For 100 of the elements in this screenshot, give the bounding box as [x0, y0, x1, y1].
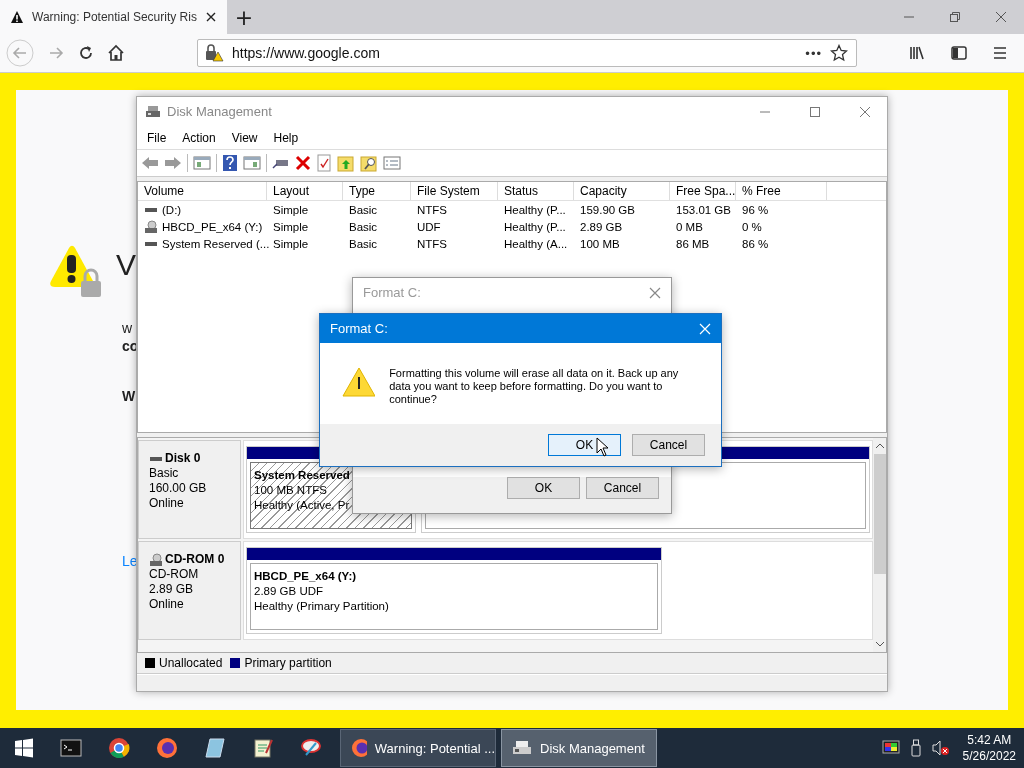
table-cell: 0 % — [742, 221, 762, 233]
star-icon[interactable] — [830, 44, 848, 62]
taskbar-window-button[interactable]: Disk Management — [501, 729, 657, 767]
disk-size: 160.00 GB — [149, 481, 208, 496]
legend-label: Unallocated — [159, 656, 223, 670]
menu-item[interactable]: File — [139, 130, 175, 145]
checklist-icon[interactable] — [316, 154, 332, 172]
table-cell: NTFS — [417, 238, 448, 250]
scroll-up-icon[interactable] — [874, 442, 885, 450]
table-cell: Simple — [273, 238, 309, 250]
folder-up-icon[interactable] — [337, 154, 355, 172]
usb-drive-icon[interactable] — [909, 739, 922, 757]
terminal-icon[interactable] — [60, 739, 82, 757]
page-actions-button[interactable]: ••• — [805, 45, 822, 61]
dialog-title: Format C: — [330, 321, 388, 336]
dialog-message: Formatting this volume will erase all data on it. Back up any data you want to keep before formatting. Do you want to continue? — [389, 367, 680, 406]
disk-management-icon — [512, 739, 532, 757]
taskbar-window-button[interactable]: Warning: Potential ... — [340, 729, 496, 767]
drive-icon — [144, 205, 158, 215]
table-cell: 100 MB — [580, 238, 620, 250]
table-cell: 159.90 GB — [580, 204, 635, 216]
clock-date[interactable]: 5/26/2022 — [962, 748, 1016, 764]
column-header[interactable]: Volume — [138, 182, 267, 200]
ok-button[interactable]: OK — [507, 477, 580, 499]
column-header[interactable]: Type — [343, 182, 411, 200]
partition-name: System Reserved — [254, 468, 351, 483]
address-bar[interactable]: https://www.google.com ••• — [197, 39, 857, 67]
column-header[interactable]: Free Spa... — [670, 182, 736, 200]
table-cell: Simple — [273, 204, 309, 216]
table-cell: 86 MB — [676, 238, 710, 250]
table-cell: Healthy (A... — [504, 238, 568, 250]
fox-browser-icon — [351, 738, 367, 758]
page-text: w — [122, 321, 133, 335]
color-display-icon[interactable] — [881, 740, 900, 756]
table-cell: NTFS — [417, 204, 448, 216]
menu-item[interactable]: Action — [174, 130, 224, 145]
home-icon[interactable] — [107, 44, 125, 62]
menu-item[interactable]: Help — [265, 130, 307, 145]
folder-search-icon[interactable] — [360, 154, 378, 172]
library-icon[interactable] — [908, 44, 926, 62]
table-cell: 153.01 GB — [676, 204, 731, 216]
disk-management-icon — [145, 104, 161, 119]
dialog-title: Format C: — [363, 285, 421, 300]
table-cell: Simple — [273, 221, 309, 233]
tab-title: Warning: Potential Security Ris — [32, 10, 197, 24]
window-title: Disk Management — [167, 104, 272, 119]
table-cell: 0 MB — [676, 221, 703, 233]
new-tab-button[interactable]: + — [226, 0, 261, 34]
sidebar-icon[interactable] — [950, 44, 968, 62]
disk-status: Online — [149, 597, 185, 612]
partition-size: 2.89 GB UDF — [254, 584, 325, 599]
clock-time[interactable]: 5:42 AM — [967, 732, 1012, 748]
column-header[interactable]: Capacity — [574, 182, 670, 200]
mouse-cursor-icon — [596, 437, 610, 457]
table-cell: UDF — [417, 221, 441, 233]
fox-browser-icon[interactable] — [156, 737, 178, 759]
notepad-icon[interactable] — [252, 737, 274, 759]
column-header[interactable]: % Free — [736, 182, 827, 200]
column-header[interactable]: File System — [411, 182, 498, 200]
maximize-icon[interactable] — [809, 105, 821, 118]
close-icon[interactable] — [204, 11, 217, 23]
console-tree-icon[interactable] — [193, 155, 211, 171]
url-text: https://www.google.com — [232, 45, 380, 61]
cancel-button[interactable]: Cancel — [586, 477, 659, 499]
warning-lock-icon — [47, 245, 103, 299]
disk-name: Disk 0 — [165, 451, 201, 466]
cancel-button[interactable]: Cancel — [632, 434, 705, 456]
forward-arrow-icon[interactable] — [164, 155, 182, 171]
table-cell: Basic — [349, 221, 378, 233]
browser-tab[interactable]: Warning: Potential Security Ris — [0, 0, 227, 34]
column-header[interactable]: Layout — [267, 182, 343, 200]
disk-size: 2.89 GB — [149, 582, 195, 597]
muted-speaker-icon[interactable] — [931, 740, 950, 756]
warning-icon — [342, 367, 376, 397]
glass-panel-icon[interactable] — [204, 737, 226, 759]
scroll-down-icon[interactable] — [874, 640, 885, 648]
menu-item[interactable]: View — [223, 130, 266, 145]
partition-block[interactable]: HBCD_PE_x64 (Y:) 2.89 GB UDF Healthy (Primary Partition) — [246, 547, 662, 634]
cd-drive-icon — [144, 220, 158, 234]
table-cell: (D:) — [162, 204, 182, 216]
action-pane-icon[interactable] — [243, 155, 261, 171]
partition-status: Healthy (Primary Partition) — [254, 599, 390, 614]
restore-icon[interactable] — [949, 11, 961, 23]
start-icon[interactable] — [14, 738, 34, 758]
disk-type: CD-ROM — [149, 567, 200, 582]
delete-icon[interactable] — [295, 155, 311, 171]
reload-icon[interactable] — [77, 44, 95, 62]
round-browser-icon[interactable] — [108, 737, 130, 759]
table-cell: HBCD_PE_x64 (Y:) — [162, 221, 263, 233]
table-cell: Healthy (P... — [504, 221, 566, 233]
ok-button[interactable]: OK — [548, 434, 621, 456]
legend-label: Primary partition — [244, 656, 332, 670]
table-cell: Healthy (P... — [504, 204, 566, 216]
table-cell: Basic — [349, 204, 378, 216]
column-header[interactable]: Status — [498, 182, 574, 200]
help-icon[interactable] — [222, 154, 238, 172]
table-cell: System Reserved (... — [162, 238, 270, 250]
back-arrow-icon[interactable] — [141, 155, 159, 171]
drive-icon — [144, 239, 158, 249]
scrollbar[interactable] — [873, 438, 886, 652]
